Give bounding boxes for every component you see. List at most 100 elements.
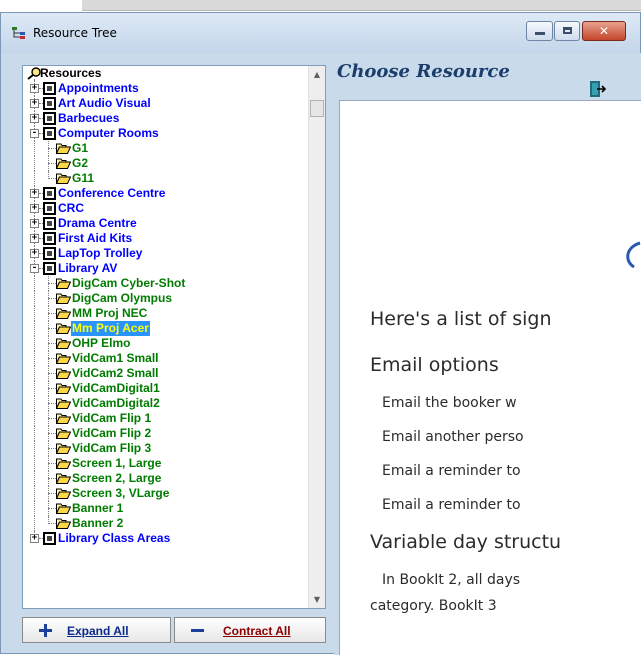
expand-icon[interactable]: +	[30, 219, 39, 228]
tree-resource-item[interactable]: G11	[23, 171, 309, 186]
expand-icon[interactable]: +	[30, 114, 39, 123]
tree-resource-item[interactable]: VidCam Flip 1	[23, 411, 309, 426]
tree-resource-item[interactable]: Mm Proj Acer	[23, 321, 309, 336]
tree-connector-line	[48, 403, 56, 404]
open-folder-icon	[56, 158, 71, 169]
tree-resource-item[interactable]: Banner 2	[23, 516, 309, 531]
expand-icon[interactable]: +	[30, 534, 39, 543]
expand-icon[interactable]: +	[30, 204, 39, 213]
tree-resource-item[interactable]: Screen 2, Large	[23, 471, 309, 486]
contract-all-label: Contract All	[223, 624, 291, 638]
tree-category-label: Barbecues	[58, 111, 120, 125]
tree-scrollbar[interactable]: ▲ ▼	[308, 66, 325, 608]
tree-category[interactable]: + Drama Centre	[23, 216, 309, 231]
open-folder-icon	[56, 503, 71, 514]
tree-category[interactable]: + LapTop Trolley	[23, 246, 309, 261]
tree-resource-item[interactable]: VidCam1 Small	[23, 351, 309, 366]
open-folder-icon	[56, 173, 71, 184]
tree-connector-line	[34, 321, 35, 336]
tree-item-label: DigCam Cyber-Shot	[72, 276, 186, 290]
minimize-button[interactable]	[526, 21, 553, 41]
open-folder-icon	[56, 308, 71, 319]
tree-category[interactable]: + Appointments	[23, 81, 309, 96]
tree-resource-item[interactable]: VidCam2 Small	[23, 366, 309, 381]
tree-connector-line	[48, 508, 56, 509]
tree-connector-line	[34, 471, 35, 486]
tree-resource-item[interactable]: VidCam Flip 2	[23, 426, 309, 441]
tree-item-label: VidCamDigital1	[72, 381, 160, 395]
tree-connector-line	[48, 343, 56, 344]
tree-connector-line	[48, 493, 56, 494]
tree-category[interactable]: + Library Class Areas	[23, 531, 309, 546]
tree-connector-line	[48, 523, 56, 524]
tree-resource-item[interactable]: G1	[23, 141, 309, 156]
expand-icon[interactable]: +	[30, 234, 39, 243]
category-icon	[43, 532, 56, 545]
open-folder-icon	[56, 143, 71, 154]
open-folder-icon	[56, 293, 71, 304]
category-icon	[43, 97, 56, 110]
tree-connector-line	[34, 396, 35, 411]
tree-resource-item[interactable]: DigCam Olympus	[23, 291, 309, 306]
tree-category[interactable]: - Library AV	[23, 261, 309, 276]
tree-resource-item[interactable]: OHP Elmo	[23, 336, 309, 351]
close-button[interactable]: ✕	[582, 21, 626, 41]
tree-category[interactable]: + Art Audio Visual	[23, 96, 309, 111]
choose-resource-panel: Choose Resource Here's a list of sign Em…	[334, 53, 641, 655]
contract-all-button[interactable]: Contract All	[174, 617, 326, 643]
tree-category[interactable]: + First Aid Kits	[23, 231, 309, 246]
exit-door-icon[interactable]	[588, 80, 606, 98]
background-window-bar	[82, 0, 641, 11]
tree-item-label: MM Proj NEC	[72, 306, 148, 320]
tree-resource-item[interactable]: VidCamDigital2	[23, 396, 309, 411]
title-bar[interactable]: Resource Tree ✕	[1, 13, 640, 53]
maximize-button[interactable]	[554, 21, 580, 41]
tree-category[interactable]: + CRC	[23, 201, 309, 216]
tree-connector-line	[48, 478, 56, 479]
tree-connector-line	[34, 171, 35, 186]
email-option-3: Email a reminder to	[382, 463, 521, 479]
expand-all-button[interactable]: Expand All	[22, 617, 171, 643]
tree-connector-line	[48, 418, 56, 419]
open-folder-icon	[56, 398, 71, 409]
tree-resource-item[interactable]: DigCam Cyber-Shot	[23, 276, 309, 291]
category-icon	[43, 202, 56, 215]
open-folder-icon	[56, 458, 71, 469]
tree-connector-line	[34, 516, 35, 531]
expand-icon[interactable]: +	[30, 189, 39, 198]
tree-category-label: LapTop Trolley	[58, 246, 143, 260]
scroll-thumb[interactable]	[310, 100, 324, 117]
tree-item-label: Banner 2	[72, 516, 124, 530]
tree-category[interactable]: - Computer Rooms	[23, 126, 309, 141]
tree-resource-item[interactable]: Banner 1	[23, 501, 309, 516]
scroll-down-icon[interactable]: ▼	[309, 591, 325, 608]
expand-icon[interactable]: +	[30, 249, 39, 258]
open-folder-icon	[56, 338, 71, 349]
tree-connector-line	[34, 291, 35, 306]
tree-category[interactable]: + Barbecues	[23, 111, 309, 126]
tree-resource-item[interactable]: VidCam Flip 3	[23, 441, 309, 456]
tree-resource-item[interactable]: MM Proj NEC	[23, 306, 309, 321]
tree-connector-line	[48, 448, 56, 449]
expand-icon[interactable]: +	[30, 99, 39, 108]
tree-connector-line	[48, 163, 56, 164]
tree-connector-line	[34, 486, 35, 501]
tree-item-label: Banner 1	[72, 501, 124, 515]
tree-category[interactable]: + Conference Centre	[23, 186, 309, 201]
tree-item-label: Screen 1, Large	[72, 456, 162, 470]
collapse-icon[interactable]: -	[30, 264, 39, 273]
category-icon	[43, 247, 56, 260]
expand-all-label: Expand All	[67, 624, 129, 638]
open-folder-icon	[56, 443, 71, 454]
category-icon	[43, 127, 56, 140]
scroll-up-icon[interactable]: ▲	[309, 66, 325, 83]
tree-resource-item[interactable]: G2	[23, 156, 309, 171]
tree-resource-item[interactable]: Screen 3, VLarge	[23, 486, 309, 501]
tree-connector-line	[48, 463, 56, 464]
expand-icon[interactable]: +	[30, 84, 39, 93]
resource-tree[interactable]: Resources + Appointments + Art Audio Visual…	[22, 65, 326, 609]
tree-root[interactable]: Resources	[23, 66, 309, 81]
tree-resource-item[interactable]: Screen 1, Large	[23, 456, 309, 471]
tree-resource-item[interactable]: VidCamDigital1	[23, 381, 309, 396]
collapse-icon[interactable]: -	[30, 129, 39, 138]
